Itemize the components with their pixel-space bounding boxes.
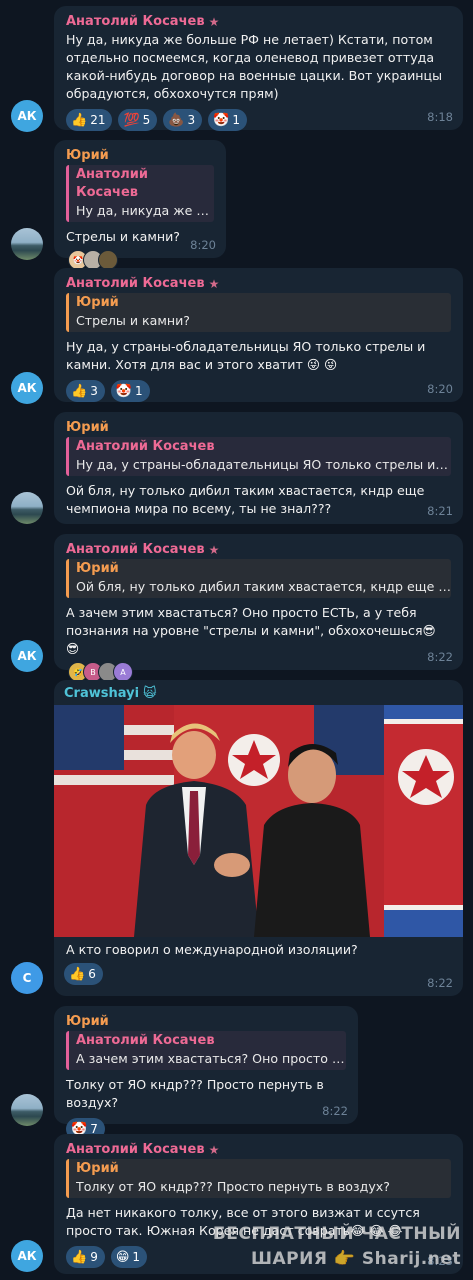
watermark: БЕСПЛАТНЫЙ ЧАСТНЫЙ ШАРИЯ 👉 Sharij.net bbox=[213, 1222, 461, 1272]
reply-quote[interactable]: Анатолий Косачев Ну да, у страны-обладат… bbox=[66, 437, 451, 476]
reaction-thumbs-up[interactable]: 👍 21 bbox=[66, 109, 113, 131]
message-time: 8:22 bbox=[427, 976, 453, 990]
avatar[interactable] bbox=[11, 492, 43, 524]
reply-quote[interactable]: Юрий Ой бля, ну только дибил таким хваст… bbox=[66, 559, 451, 598]
star-icon: ★ bbox=[208, 276, 220, 291]
reactor-avatars[interactable]: 🤣 B A bbox=[68, 662, 133, 682]
quote-text: Стрелы и камни? bbox=[76, 313, 190, 328]
quote-author: Юрий bbox=[76, 1161, 119, 1176]
avatar[interactable]: АК bbox=[11, 1240, 43, 1272]
message-bubble[interactable]: Анатолий Косачев ★ Ну да, никуда же больш… bbox=[54, 6, 463, 131]
message-text: А зачем этим хвастаться? Оно просто ЕСТЬ… bbox=[66, 605, 440, 656]
sender-name[interactable]: Юрий bbox=[66, 420, 451, 435]
reactions: 👍 3 🤡 1 bbox=[66, 380, 451, 402]
message-time: 8:18 bbox=[427, 110, 453, 124]
reply-quote[interactable]: Анатолий Косачев Ну да, никуда же бол... bbox=[66, 165, 214, 222]
star-icon: ★ bbox=[208, 542, 220, 557]
sender-name[interactable]: Юрий bbox=[66, 148, 214, 163]
reactions: 🤡 bbox=[66, 250, 214, 270]
sender-emoji: 🙀 bbox=[143, 686, 157, 701]
quote-author: Юрий bbox=[76, 561, 119, 576]
avatar[interactable]: АК bbox=[11, 100, 43, 132]
avatar[interactable]: АК bbox=[11, 640, 43, 672]
message-time: 8:22 bbox=[322, 1104, 348, 1118]
reactor-avatar bbox=[98, 250, 118, 270]
message-bubble[interactable]: Юрий Анатолий Косачев Ну да, никуда же б… bbox=[54, 140, 226, 270]
watermark-line-1: БЕСПЛАТНЫЙ ЧАСТНЫЙ bbox=[212, 1224, 461, 1244]
reply-quote[interactable]: Юрий Стрелы и камни? bbox=[66, 293, 451, 332]
star-icon: ★ bbox=[208, 14, 220, 29]
message-time: 8:21 bbox=[427, 504, 453, 518]
sender-name[interactable]: Анатолий Косачев ★ bbox=[66, 542, 451, 557]
message-text: Толку от ЯО кндр??? Просто пернуть в воз… bbox=[66, 1077, 328, 1110]
sender-name[interactable]: Анатолий Косачев ★ bbox=[66, 276, 451, 291]
quote-author: Юрий bbox=[76, 295, 119, 310]
reaction-thumbs-up[interactable]: 👍 6 bbox=[64, 963, 103, 985]
quote-author: Анатолий Косачев bbox=[76, 439, 215, 454]
reaction-clown[interactable]: 🤡 1 bbox=[110, 380, 150, 402]
quote-text: Ну да, у страны-обладательницы ЯО только… bbox=[76, 457, 451, 472]
message-bubble[interactable]: Crawshayi 🙀 А кто говорил о международно… bbox=[54, 680, 463, 996]
photo-image bbox=[54, 705, 463, 937]
sender-name[interactable]: Анатолий Косачев ★ bbox=[66, 14, 451, 29]
sender-name[interactable]: Crawshayi 🙀 bbox=[54, 686, 463, 701]
message-text: Ой бля, ну только дибил таким хвастается… bbox=[66, 483, 429, 516]
reply-quote[interactable]: Юрий Толку от ЯО кндр??? Просто пернуть … bbox=[66, 1159, 451, 1198]
reaction-hundred[interactable]: 💯 5 bbox=[118, 109, 158, 131]
quote-author: Анатолий Косачев bbox=[76, 1033, 215, 1048]
quote-text: Толку от ЯО кндр??? Просто пернуть в воз… bbox=[76, 1179, 390, 1194]
reactor-avatars[interactable]: 🤡 bbox=[68, 250, 118, 270]
avatar[interactable] bbox=[11, 1094, 43, 1126]
reactions: 👍 21 💯 5 💩 3 🤡 1 bbox=[66, 109, 451, 131]
avatar[interactable]: C bbox=[11, 962, 43, 994]
reactions: 👍 6 bbox=[54, 963, 463, 985]
reaction-thumbs-up[interactable]: 👍 9 bbox=[66, 1246, 105, 1268]
message-time: 8:20 bbox=[190, 238, 216, 252]
message-text: Ну да, никуда же больше РФ не летает) Кс… bbox=[66, 32, 447, 101]
message-text: Ну да, у страны-обладательницы ЯО только… bbox=[66, 339, 430, 372]
reactor-avatar: A bbox=[113, 662, 133, 682]
sender-name[interactable]: Анатолий Косачев ★ bbox=[66, 1142, 451, 1157]
reactions: 🤣 B A bbox=[66, 662, 451, 682]
message-time: 8:22 bbox=[427, 650, 453, 664]
quote-author: Анатолий Косачев bbox=[76, 167, 149, 200]
reaction-clown[interactable]: 🤡 1 bbox=[208, 109, 247, 131]
avatar[interactable]: АК bbox=[11, 372, 43, 404]
reaction-grin[interactable]: 😁 1 bbox=[110, 1246, 148, 1268]
sender-name[interactable]: Юрий bbox=[66, 1014, 346, 1029]
star-icon: ★ bbox=[208, 1142, 220, 1157]
message-bubble[interactable]: Анатолий Косачев ★ Юрий Стрелы и камни? Н… bbox=[54, 268, 463, 402]
watermark-line-2: ШАРИЯ 👉 Sharij.net bbox=[250, 1249, 461, 1269]
reply-quote[interactable]: Анатолий Косачев А зачем этим хвастаться… bbox=[66, 1031, 346, 1070]
quote-text: Ой бля, ну только дибил таким хвастается… bbox=[76, 579, 451, 594]
message-bubble[interactable]: Анатолий Косачев ★ Юрий Ой бля, ну только… bbox=[54, 534, 463, 682]
message-text: А кто говорил о международной изоляции? bbox=[66, 942, 358, 957]
reaction-thumbs-up[interactable]: 👍 3 bbox=[66, 380, 105, 402]
message-bubble[interactable]: Юрий Анатолий Косачев А зачем этим хваст… bbox=[54, 1006, 358, 1140]
avatar[interactable] bbox=[11, 228, 43, 260]
quote-text: Ну да, никуда же бол... bbox=[76, 203, 214, 218]
quote-text: А зачем этим хвастаться? Оно просто ЕСТ.… bbox=[76, 1051, 346, 1066]
reaction-poop[interactable]: 💩 3 bbox=[163, 109, 203, 131]
photo[interactable] bbox=[54, 705, 463, 937]
message-bubble[interactable]: Юрий Анатолий Косачев Ну да, у страны-об… bbox=[54, 412, 463, 524]
message-time: 8:20 bbox=[427, 382, 453, 396]
